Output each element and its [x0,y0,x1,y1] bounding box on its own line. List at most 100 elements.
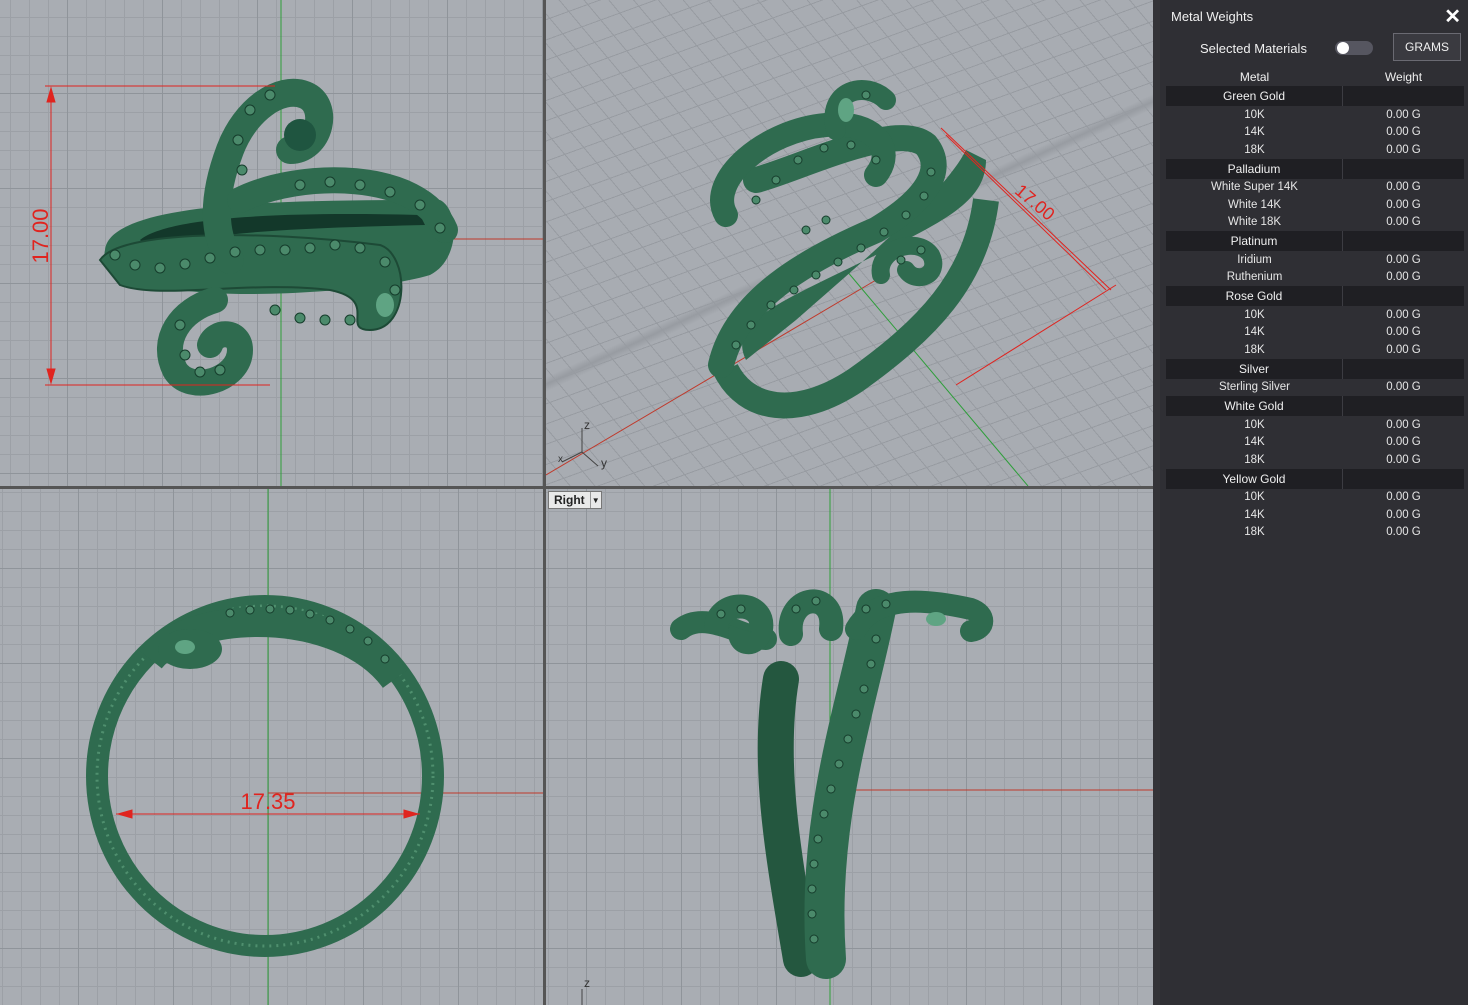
metal-group-weight-cell [1343,86,1464,106]
metal-weight-cell: 0.00 G [1386,526,1421,539]
viewport-name[interactable]: Right [549,492,590,508]
metal-name-cell: 10K [1244,108,1265,121]
table-row[interactable]: 14K 0.00 G [1166,506,1464,524]
metal-weight-cell: 0.00 G [1386,418,1421,431]
metal-weight-cell: 0.00 G [1386,126,1421,139]
metal-weight-cell: 0.00 G [1386,308,1421,321]
toggle-knob [1337,42,1349,54]
axis-x-label: x [558,454,563,465]
metal-group-header: Rose Gold [1166,286,1464,306]
metal-group-name: Palladium [1166,158,1343,179]
viewport-top[interactable]: 17.00 [0,0,543,486]
front-view-canvas: 17.35 [86,489,543,1005]
metal-name-cell: 14K [1244,436,1265,449]
metal-name-cell: 14K [1244,508,1265,521]
x-axis-line [546,279,877,476]
metal-group-header: White Gold [1166,396,1464,416]
metal-name-cell: White 14K [1227,198,1282,211]
table-row[interactable]: 18K 0.00 G [1166,141,1464,159]
metal-name-cell: 18K [1244,343,1265,356]
chevron-down-icon[interactable]: ▼ [589,492,601,508]
metal-group-weight-cell [1343,231,1464,251]
viewport-front[interactable]: 17.35 [0,489,543,1005]
table-row[interactable]: 10K 0.00 G [1166,306,1464,324]
metal-group-name: Platinum [1166,231,1343,251]
selected-materials-toggle[interactable] [1335,41,1373,55]
table-row[interactable]: Ruthenium 0.00 G [1166,269,1464,287]
perspective-view-canvas: 17.00 z y x [546,80,1117,486]
metal-name-cell: 10K [1244,308,1265,321]
table-row[interactable]: 10K 0.00 G [1166,489,1464,507]
axis-y-label: y [601,456,607,470]
table-row[interactable]: 10K 0.00 G [1166,106,1464,124]
metal-group-name: Green Gold [1166,86,1343,106]
ring-model-right[interactable] [670,589,994,979]
viewport-perspective[interactable]: 17.00 z y x [546,0,1153,486]
table-row[interactable]: 14K 0.00 G [1166,324,1464,342]
metal-name-cell: Ruthenium [1226,271,1283,284]
table-row[interactable]: White 18K 0.00 G [1166,214,1464,232]
table-row[interactable]: White 14K 0.00 G [1166,196,1464,214]
metal-group-weight-cell [1343,158,1464,179]
ring-model-perspective[interactable] [708,80,999,419]
metal-group-weight-cell [1343,396,1464,416]
metal-weight-cell: 0.00 G [1386,181,1421,194]
metal-name-cell: Iridium [1237,253,1272,266]
units-button[interactable]: GRAMS [1393,33,1461,61]
metal-group-weight-cell [1343,468,1464,489]
column-header-metal[interactable]: Metal [1166,68,1343,86]
axis-z-label: z [584,976,590,990]
metal-weight-cell: 0.00 G [1386,271,1421,284]
ring-model-top[interactable] [98,78,458,396]
panel-title: Metal Weights [1171,9,1254,24]
metal-weight-cell: 0.00 G [1386,253,1421,266]
metal-weight-cell: 0.00 G [1386,343,1421,356]
right-view-canvas: z [581,489,1153,1005]
table-row[interactable]: 18K 0.00 G [1166,524,1464,542]
metal-group-name: Silver [1166,358,1343,379]
metal-name-cell: Sterling Silver [1219,381,1290,394]
table-row[interactable]: Sterling Silver 0.00 G [1166,379,1464,397]
metal-name-cell: White Super 14K [1211,181,1298,194]
table-row[interactable]: 18K 0.00 G [1166,451,1464,469]
metal-group-header: Palladium [1166,158,1464,179]
table-header: Metal Weight [1166,68,1464,86]
table-row[interactable]: White Super 14K 0.00 G [1166,179,1464,197]
column-header-weight[interactable]: Weight [1343,68,1464,86]
metal-group-header: Silver [1166,358,1464,379]
metal-weights-panel: Metal Weights ✕ Selected Materials GRAMS… [1153,0,1468,1005]
metal-weight-cell: 0.00 G [1386,198,1421,211]
metal-name-cell: 10K [1244,491,1265,504]
metal-group-name: Rose Gold [1166,286,1343,306]
metal-weight-cell: 0.00 G [1386,143,1421,156]
metal-group-name: Yellow Gold [1166,468,1343,489]
metal-name-cell: 18K [1244,453,1265,466]
close-icon[interactable]: ✕ [1444,4,1461,29]
metal-group-name: White Gold [1166,396,1343,416]
viewport-right[interactable]: z Right ▼ [546,489,1153,1005]
ring-model-front[interactable] [86,595,444,957]
metal-name-cell: 10K [1244,418,1265,431]
axis-z-label: z [584,418,590,432]
top-dimension-value: 17.00 [28,208,53,263]
metal-name-cell: 14K [1244,326,1265,339]
metal-weight-cell: 0.00 G [1386,216,1421,229]
metal-name-cell: 14K [1244,126,1265,139]
selected-materials-label: Selected Materials [1200,41,1307,56]
metal-weight-cell: 0.00 G [1386,508,1421,521]
metal-group-header: Yellow Gold [1166,468,1464,489]
metal-group-header: Green Gold [1166,86,1464,106]
metal-weight-cell: 0.00 G [1386,326,1421,339]
table-row[interactable]: 14K 0.00 G [1166,434,1464,452]
metal-weights-table: Metal Weight Green Gold 10K 0.00 G 14K 0.00 … [1166,68,1464,541]
table-row[interactable]: 14K 0.00 G [1166,124,1464,142]
metal-group-weight-cell [1343,358,1464,379]
viewport-right-label[interactable]: Right ▼ [548,491,602,509]
table-row[interactable]: 18K 0.00 G [1166,341,1464,359]
metal-name-cell: 18K [1244,143,1265,156]
table-row[interactable]: 10K 0.00 G [1166,416,1464,434]
front-dimension-value: 17.35 [240,789,295,814]
metal-weight-cell: 0.00 G [1386,381,1421,394]
table-row[interactable]: Iridium 0.00 G [1166,251,1464,269]
metal-weight-cell: 0.00 G [1386,491,1421,504]
